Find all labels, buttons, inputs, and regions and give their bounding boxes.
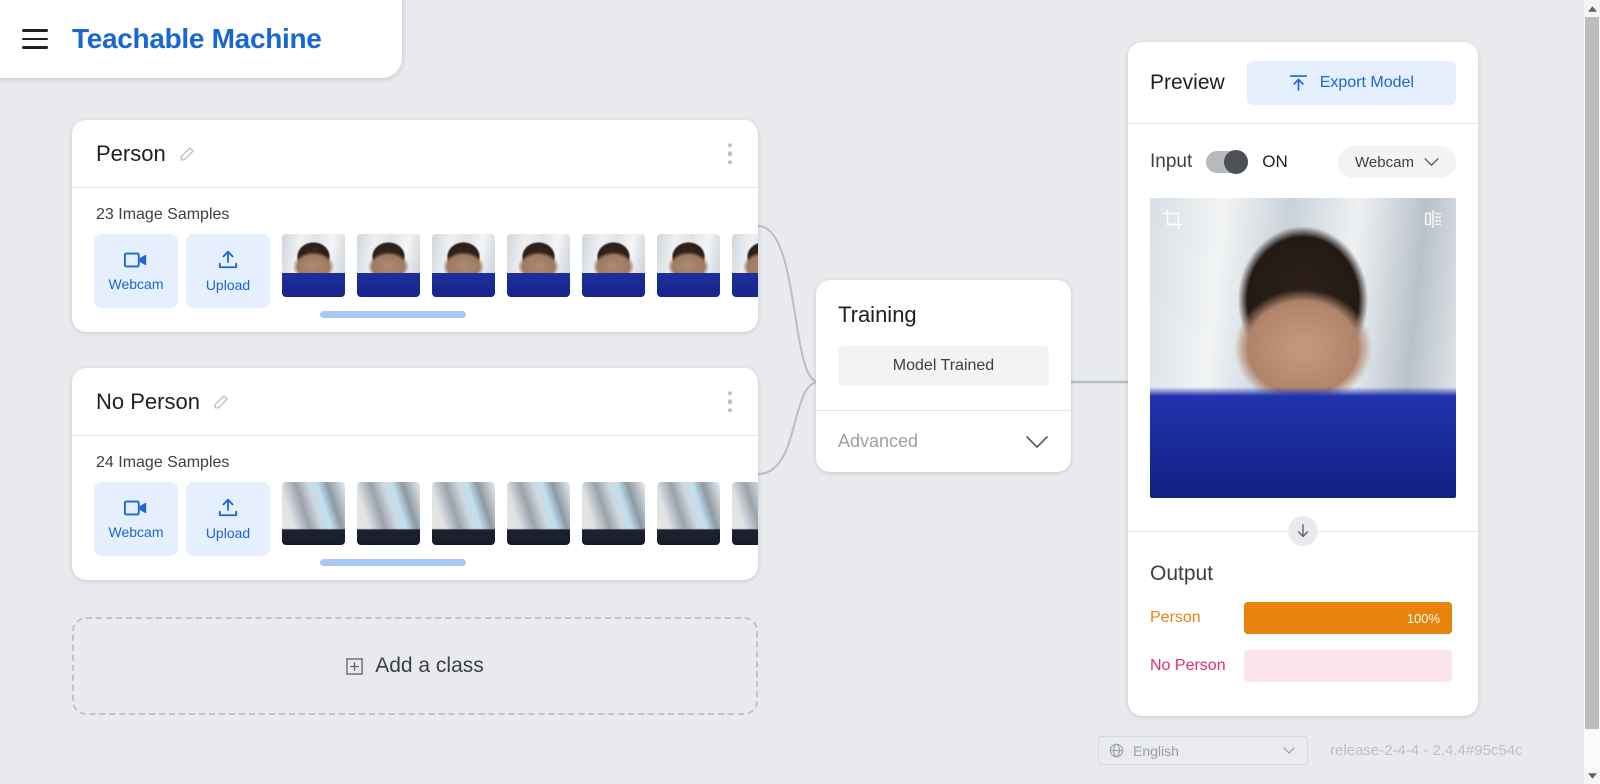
language-select[interactable]: English <box>1098 736 1308 765</box>
kebab-menu-icon[interactable] <box>728 391 733 413</box>
plus-square-icon <box>346 658 363 675</box>
input-toggle[interactable] <box>1206 151 1248 173</box>
upload-button-no-person[interactable]: Upload <box>186 482 270 556</box>
class-card-no-person[interactable]: No Person 24 Image Samples Webcam <box>72 368 758 580</box>
prediction-label-no-person: No Person <box>1150 656 1230 676</box>
upload-arrow-icon <box>1289 74 1308 92</box>
upload-button-label: Upload <box>206 525 250 541</box>
input-row: Input ON Webcam <box>1128 124 1478 178</box>
samples-row: Webcam Upload <box>72 224 758 308</box>
chevron-down-icon <box>1025 435 1049 449</box>
language-label: English <box>1133 743 1179 759</box>
sample-thumbnail[interactable] <box>432 234 495 297</box>
export-model-button[interactable]: Export Model <box>1247 61 1456 105</box>
samples-scrollbar-person[interactable] <box>320 311 466 318</box>
sample-thumbnail[interactable] <box>282 234 345 297</box>
sample-thumbnail[interactable] <box>507 482 570 545</box>
class-header: Person <box>72 120 758 188</box>
globe-icon <box>1109 743 1124 758</box>
add-class-label: Add a class <box>375 654 484 678</box>
class-name-person[interactable]: Person <box>96 141 166 167</box>
crop-icon[interactable] <box>1162 208 1184 235</box>
sample-thumbnail[interactable] <box>732 234 758 297</box>
sample-thumbnail[interactable] <box>432 482 495 545</box>
upload-button-label: Upload <box>206 277 250 293</box>
preview-panel: Preview Export Model Input ON Webcam <box>1128 42 1478 716</box>
class-card-person[interactable]: Person 23 Image Samples Webcam <box>72 120 758 332</box>
prediction-bar-person: 100% <box>1244 602 1452 634</box>
output-title: Output <box>1128 546 1478 586</box>
samples-row: Webcam Upload <box>72 472 758 556</box>
prediction-bar-no-person <box>1244 650 1452 682</box>
kebab-menu-icon[interactable] <box>728 143 733 165</box>
webcam-button-label: Webcam <box>109 276 164 292</box>
arrow-down-icon[interactable] <box>1288 516 1318 546</box>
prediction-bar-fill: 100% <box>1244 602 1452 634</box>
training-panel: Training Model Trained Advanced <box>816 280 1071 472</box>
app-header: Teachable Machine <box>0 0 402 78</box>
sample-thumbnails-person[interactable] <box>278 234 758 297</box>
sample-thumbnail[interactable] <box>357 234 420 297</box>
prediction-percent-person: 100% <box>1407 611 1440 626</box>
output-divider <box>1128 516 1478 546</box>
train-model-button[interactable]: Model Trained <box>838 346 1049 386</box>
upload-arrow-icon <box>217 250 239 270</box>
prediction-label-person: Person <box>1150 608 1230 628</box>
sample-thumbnail[interactable] <box>582 482 645 545</box>
webcam-button-person[interactable]: Webcam <box>94 234 178 308</box>
input-toggle-state: ON <box>1262 152 1288 172</box>
triangle-up-icon[interactable] <box>1584 0 1600 17</box>
upload-arrow-icon <box>217 498 239 518</box>
sample-thumbnail[interactable] <box>657 482 720 545</box>
toggle-knob <box>1224 150 1248 174</box>
triangle-down-icon[interactable] <box>1584 767 1600 784</box>
export-model-label: Export Model <box>1320 74 1414 92</box>
advanced-settings-toggle[interactable]: Advanced <box>816 410 1071 472</box>
sample-count-person: 23 Image Samples <box>72 188 758 224</box>
input-source-label: Webcam <box>1355 154 1414 171</box>
flip-horizontal-icon[interactable] <box>1422 208 1444 235</box>
scrollbar-thumb[interactable] <box>1585 17 1599 729</box>
upload-button-person[interactable]: Upload <box>186 234 270 308</box>
sample-thumbnail[interactable] <box>507 234 570 297</box>
footer: English release-2-4-4 - 2.4.4#95c54c <box>1098 736 1523 765</box>
hamburger-menu-icon[interactable] <box>22 29 48 49</box>
pencil-icon[interactable] <box>178 144 197 163</box>
prediction-bar-fill <box>1244 650 1256 682</box>
input-label: Input <box>1150 151 1192 173</box>
pencil-icon[interactable] <box>212 392 231 411</box>
sample-thumbnail[interactable] <box>657 234 720 297</box>
sample-thumbnail[interactable] <box>732 482 758 545</box>
app-title: Teachable Machine <box>72 23 322 55</box>
webcam-preview[interactable] <box>1150 198 1456 498</box>
sample-thumbnails-no-person[interactable] <box>278 482 758 545</box>
chevron-down-icon <box>1283 747 1295 754</box>
sample-thumbnail[interactable] <box>582 234 645 297</box>
webcam-button-no-person[interactable]: Webcam <box>94 482 178 556</box>
video-camera-icon <box>124 251 148 269</box>
training-title: Training <box>816 280 1071 328</box>
video-camera-icon <box>124 499 148 517</box>
class-header: No Person <box>72 368 758 436</box>
input-source-select[interactable]: Webcam <box>1338 146 1456 178</box>
chevron-down-icon <box>1424 158 1439 167</box>
prediction-row: No Person <box>1128 634 1478 682</box>
sample-thumbnail[interactable] <box>282 482 345 545</box>
advanced-label: Advanced <box>838 431 918 452</box>
page-scrollbar[interactable] <box>1584 0 1600 784</box>
preview-title: Preview <box>1150 71 1225 95</box>
sample-count-no-person: 24 Image Samples <box>72 436 758 472</box>
version-label: release-2-4-4 - 2.4.4#95c54c <box>1330 742 1523 759</box>
webcam-button-label: Webcam <box>109 524 164 540</box>
class-name-no-person[interactable]: No Person <box>96 389 200 415</box>
samples-scrollbar-no-person[interactable] <box>320 559 466 566</box>
add-class-button[interactable]: Add a class <box>72 617 758 715</box>
app-root: Teachable Machine Person 23 Image Sample… <box>0 0 1600 784</box>
preview-header: Preview Export Model <box>1128 42 1478 124</box>
sample-thumbnail[interactable] <box>357 482 420 545</box>
prediction-row: Person 100% <box>1128 586 1478 634</box>
